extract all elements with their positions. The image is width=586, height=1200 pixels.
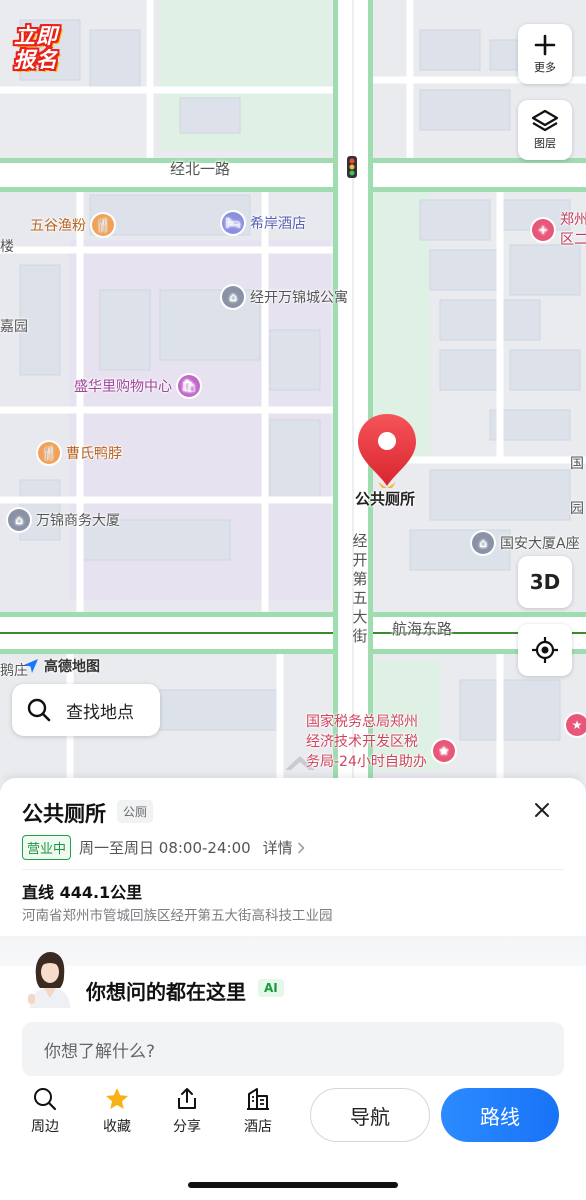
ai-badge: AI [258, 979, 284, 997]
hotel-button[interactable]: 酒店 [235, 1086, 281, 1136]
building-icon: ⌂ [472, 532, 494, 554]
restaurant-icon: 🍴 [92, 214, 114, 236]
close-icon [535, 803, 549, 817]
government-icon[interactable]: ★ [566, 714, 586, 736]
restaurant-icon: 🍴 [38, 442, 60, 464]
map-base [0, 0, 586, 800]
poi-shenghua-mall[interactable]: 盛华里购物中心 🛍 [74, 375, 200, 397]
locate-me-button[interactable] [518, 624, 572, 676]
navigation-arrow-icon [24, 659, 38, 673]
government-icon: ★ [432, 740, 455, 762]
road-label-avenue: 经开 第五 大街 [352, 532, 368, 645]
share-icon [178, 1088, 196, 1109]
traffic-light-icon [347, 156, 357, 178]
home-indicator [188, 1182, 398, 1188]
3d-toggle-button[interactable]: 3D [518, 556, 572, 608]
chevron-right-icon [297, 841, 305, 854]
selected-location-marker-icon[interactable] [356, 412, 418, 492]
navigate-button[interactable]: 导航 [310, 1088, 430, 1142]
shopping-bag-icon: 🛍 [178, 375, 200, 397]
hotel-icon: 🛏 [222, 212, 244, 234]
ai-title: 你想问的都在这里 [86, 980, 246, 1004]
detail-link[interactable]: 详情 [263, 837, 305, 858]
distance-text: 直线 444.1公里 [22, 883, 143, 902]
poi-hospital-edge[interactable]: + 郑州 区二 [532, 210, 586, 250]
map-view[interactable]: 立即报名 经北一路 航海东路 经开 第五 大街 五谷渔粉 🍴 🛏 希岸酒店 ⌂ … [0, 0, 586, 800]
search-icon [34, 1088, 57, 1111]
ai-assistant-section: 你想问的都在这里 AI 你想了解什么? [0, 936, 586, 1076]
building-icon: ⌂ [8, 509, 30, 531]
poi-edge-left-1: 楼 [0, 239, 14, 255]
open-status-badge: 营业中 [22, 835, 72, 860]
nearby-button[interactable]: 周边 [22, 1086, 68, 1136]
ai-assistant-avatar[interactable] [24, 950, 76, 1008]
opening-hours: 周一至周日 08:00-24:00 [79, 839, 251, 857]
poi-edge-left-2: 嘉园 [0, 319, 28, 335]
share-button[interactable]: 分享 [164, 1086, 210, 1136]
crosshair-icon [532, 637, 558, 663]
promo-banner[interactable]: 立即报名 [14, 24, 70, 76]
hospital-icon: + [532, 219, 554, 241]
poi-wanjin-apartment[interactable]: ⌂ 经开万锦城公寓 [222, 286, 348, 308]
hotel-icon [247, 1088, 269, 1110]
route-button[interactable]: 路线 [441, 1088, 559, 1142]
poi-caoshi[interactable]: 🍴 曹氏鸭脖 [38, 442, 122, 464]
layers-icon [531, 109, 559, 132]
divider [22, 869, 564, 870]
plus-icon [534, 34, 556, 56]
place-title: 公共厕所 [22, 802, 106, 826]
poi-wanjin-tower[interactable]: ⌂ 万锦商务大厦 [8, 509, 120, 531]
poi-wugu[interactable]: 五谷渔粉 🍴 [30, 214, 114, 236]
poi-tax-bureau[interactable]: 国家税务总局郑州 经济技术开发区税 务局-24小时自助办 ★ [306, 712, 455, 772]
building-icon: ⌂ [222, 286, 244, 308]
action-bar: 周边 收藏 分享 酒店 导航 路线 [0, 1084, 586, 1156]
selected-marker-label: 公共厕所 [355, 490, 416, 508]
address-text: 河南省郑州市管城回族区经开第五大街高科技工业园 [22, 908, 333, 924]
search-icon [27, 698, 51, 722]
find-place-button[interactable]: 查找地点 [12, 684, 160, 736]
poi-guoan-tower[interactable]: ⌂ 国安大厦A座 [472, 532, 580, 554]
poi-xian-hotel[interactable]: 🛏 希岸酒店 [222, 212, 306, 234]
favorite-button[interactable]: 收藏 [94, 1086, 140, 1136]
more-button[interactable]: 更多 [518, 24, 572, 84]
hours-row: 营业中 周一至周日 08:00-24:00 详情 [22, 835, 305, 860]
layers-button[interactable]: 图层 [518, 100, 572, 160]
close-button[interactable] [528, 796, 556, 824]
place-type-tag: 公厕 [117, 800, 154, 823]
poi-edge-right-4: 园 [570, 501, 584, 517]
star-icon [106, 1088, 128, 1109]
road-label-north: 经北一路 [170, 160, 231, 178]
poi-edge-right-3: 国 [570, 456, 584, 472]
place-detail-sheet: 公共厕所 公厕 营业中 周一至周日 08:00-24:00 详情 直线 444.… [0, 778, 586, 1200]
amap-logo: 高德地图 [22, 656, 100, 676]
road-label-east: 航海东路 [392, 620, 453, 638]
ai-question-input[interactable]: 你想了解什么? [22, 1022, 564, 1076]
